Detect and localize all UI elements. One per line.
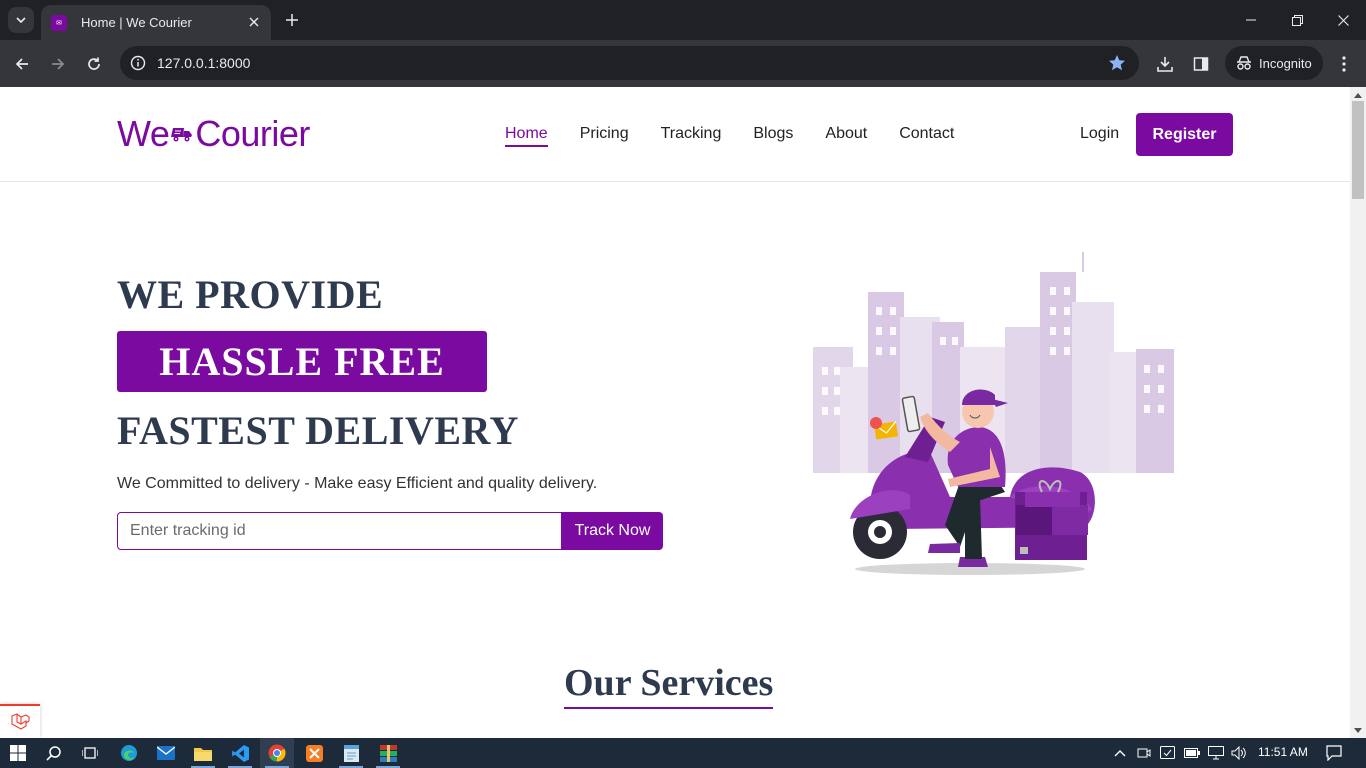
task-view-icon[interactable] xyxy=(78,741,102,765)
notification-center-icon[interactable] xyxy=(1322,741,1346,765)
side-panel-button[interactable] xyxy=(1187,50,1215,78)
network-icon[interactable] xyxy=(1204,741,1228,765)
minimize-icon xyxy=(1246,19,1256,21)
winrar-icon[interactable] xyxy=(376,741,400,765)
tab-title: Home | We Courier xyxy=(81,15,192,30)
notepad-icon[interactable] xyxy=(339,741,363,765)
chevron-down-icon xyxy=(16,17,26,24)
vscode-icon[interactable] xyxy=(228,741,252,765)
tracking-id-input[interactable] xyxy=(117,512,562,550)
register-button[interactable]: Register xyxy=(1136,113,1233,156)
close-icon xyxy=(1337,14,1349,26)
site-favicon-icon: ✉ xyxy=(51,14,67,31)
site-header: We Courier Home Pricing Tracking Blogs A… xyxy=(0,87,1350,182)
bookmark-star-icon[interactable] xyxy=(1107,53,1127,73)
incognito-icon xyxy=(1237,56,1251,70)
logo-text-we: We xyxy=(117,113,170,154)
scroll-up-arrow-icon[interactable] xyxy=(1350,89,1366,101)
taskbar-clock[interactable]: 11:51 AM xyxy=(1258,745,1308,759)
nav-about[interactable]: About xyxy=(825,125,867,147)
minimize-button[interactable] xyxy=(1228,0,1274,40)
hero-heading-line1: WE PROVIDE xyxy=(117,272,384,317)
browser-menu-button[interactable] xyxy=(1330,50,1358,78)
arrow-right-icon xyxy=(52,58,65,70)
downloads-button[interactable] xyxy=(1151,50,1179,78)
tab-search-button[interactable] xyxy=(8,7,34,33)
track-now-button[interactable]: Track Now xyxy=(562,512,663,550)
hero-subtitle: We Committed to delivery - Make easy Eff… xyxy=(117,475,598,492)
restore-icon xyxy=(1291,14,1303,26)
back-button[interactable] xyxy=(8,50,36,78)
more-vertical-icon xyxy=(1342,56,1346,72)
main-navigation: Home Pricing Tracking Blogs About Contac… xyxy=(505,125,954,147)
battery-icon[interactable] xyxy=(1180,741,1204,765)
restore-button[interactable] xyxy=(1274,0,1320,40)
hero-badge-text: HASSLE FREE xyxy=(159,339,445,384)
site-logo[interactable]: We Courier xyxy=(117,113,310,155)
file-explorer-icon[interactable] xyxy=(191,741,215,765)
tab-close-icon[interactable] xyxy=(245,13,263,31)
meet-now-icon[interactable] xyxy=(1132,741,1156,765)
chrome-icon[interactable] xyxy=(265,741,289,765)
nav-pricing[interactable]: Pricing xyxy=(580,125,629,147)
download-icon xyxy=(1157,57,1173,72)
incognito-label: Incognito xyxy=(1259,55,1312,71)
services-heading: Our Services xyxy=(564,661,774,709)
nav-tracking[interactable]: Tracking xyxy=(661,125,722,147)
windows-start-icon[interactable] xyxy=(6,741,30,765)
close-window-button[interactable] xyxy=(1320,0,1366,40)
address-url: 127.0.0.1:8000 xyxy=(157,55,251,71)
reload-icon xyxy=(88,57,100,70)
address-bar[interactable]: 127.0.0.1:8000 xyxy=(120,46,1139,80)
reload-button[interactable] xyxy=(80,50,108,78)
nav-contact[interactable]: Contact xyxy=(899,125,954,147)
hero-heading-line3: FASTEST DELIVERY xyxy=(117,408,519,453)
new-tab-button[interactable] xyxy=(281,9,303,31)
volume-icon[interactable] xyxy=(1227,741,1251,765)
laravel-debugbar-toggle[interactable] xyxy=(0,704,40,738)
scrollbar-thumb[interactable] xyxy=(1352,101,1364,199)
scroll-down-arrow-icon[interactable] xyxy=(1350,724,1366,736)
browser-toolbar: 127.0.0.1:8000 Incognito xyxy=(0,40,1366,87)
page-viewport: We Courier Home Pricing Tracking Blogs A… xyxy=(0,87,1350,738)
xampp-icon[interactable] xyxy=(302,741,326,765)
forward-button[interactable] xyxy=(44,50,72,78)
courier-scooter-illustration xyxy=(813,252,1174,575)
tracking-form: Track Now xyxy=(117,512,663,550)
page-scrollbar[interactable] xyxy=(1350,87,1366,738)
arrow-left-icon xyxy=(15,58,28,70)
nav-home[interactable]: Home xyxy=(505,125,548,147)
windows-taskbar: 11:51 AM xyxy=(0,738,1366,768)
side-panel-icon xyxy=(1193,57,1209,71)
search-icon[interactable] xyxy=(42,741,66,765)
delivery-truck-icon xyxy=(171,128,193,142)
nav-blogs[interactable]: Blogs xyxy=(753,125,793,147)
login-link[interactable]: Login xyxy=(1080,125,1119,143)
hero-badge: HASSLE FREE xyxy=(117,331,487,392)
plus-icon xyxy=(286,14,298,26)
incognito-profile-button[interactable]: Incognito xyxy=(1225,46,1323,80)
edge-browser-icon[interactable] xyxy=(117,741,141,765)
site-info-icon[interactable] xyxy=(128,53,148,73)
browser-tab-strip: ✉ Home | We Courier xyxy=(0,0,1366,40)
laravel-icon xyxy=(11,713,30,730)
mail-icon[interactable] xyxy=(154,741,178,765)
logo-text-courier: Courier xyxy=(195,113,310,154)
browser-tab-active[interactable]: ✉ Home | We Courier xyxy=(41,5,271,40)
tray-chevron-up-icon[interactable] xyxy=(1108,741,1132,765)
security-tray-icon[interactable] xyxy=(1155,741,1179,765)
